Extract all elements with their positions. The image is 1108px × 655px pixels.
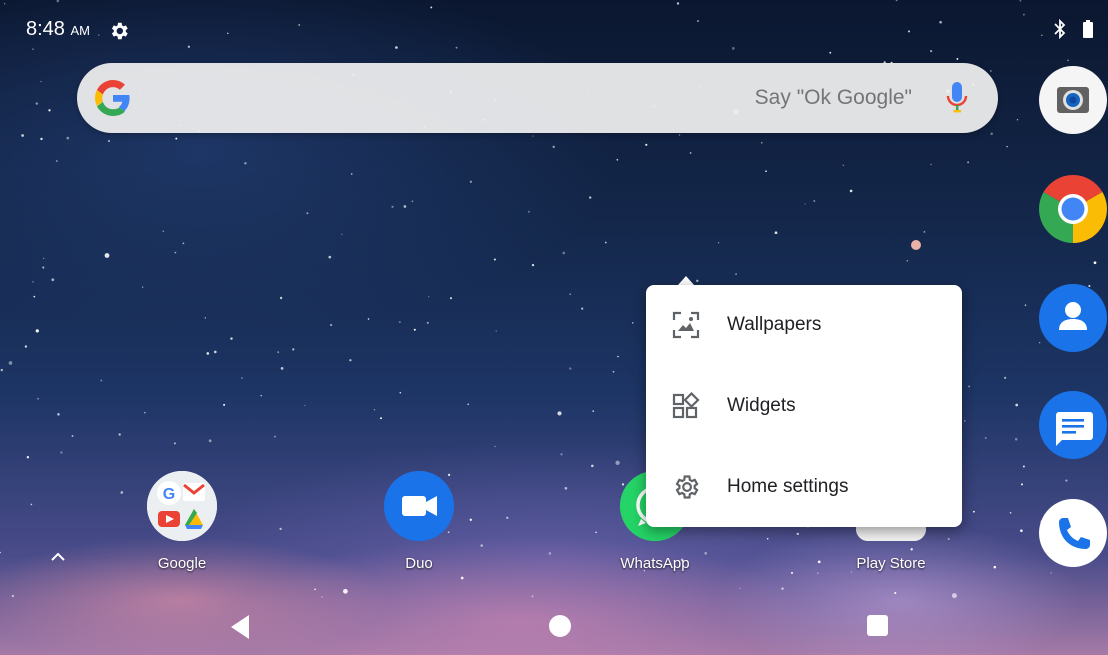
- menu-item-home-settings[interactable]: Home settings: [646, 447, 962, 527]
- contacts-icon: [1039, 284, 1107, 352]
- status-bar: 8:48 AM: [0, 0, 1108, 40]
- battery-icon: [1083, 20, 1093, 38]
- bluetooth-icon: [1054, 19, 1066, 39]
- status-clock: 8:48 AM: [26, 18, 90, 41]
- camera-icon: [1039, 66, 1107, 134]
- menu-item-label: Widgets: [727, 395, 796, 416]
- app-label: WhatsApp: [620, 555, 690, 572]
- app-label: Duo: [405, 555, 433, 572]
- menu-item-label: Home settings: [727, 476, 849, 497]
- status-ampm: AM: [70, 23, 91, 38]
- microphone-icon[interactable]: [946, 81, 968, 115]
- duo-icon: [384, 471, 454, 541]
- recents-icon[interactable]: [867, 615, 888, 636]
- camera-app-icon[interactable]: [1038, 65, 1108, 135]
- svg-text:G: G: [163, 486, 175, 503]
- popup-menu-arrow: [678, 276, 694, 285]
- menu-item-label: Wallpapers: [727, 314, 822, 335]
- back-icon[interactable]: [229, 614, 251, 640]
- app-label: Google: [157, 555, 207, 572]
- menu-item-wallpapers[interactable]: Wallpapers: [646, 285, 962, 365]
- menu-item-widgets[interactable]: Widgets: [646, 366, 962, 446]
- chrome-icon: [1039, 175, 1107, 243]
- settings-gear-icon: [111, 22, 128, 40]
- search-hint-text: Say "Ok Google": [754, 86, 912, 109]
- messages-icon: [1039, 391, 1107, 459]
- app-duo[interactable]: Duo: [364, 471, 474, 572]
- messages-app-icon[interactable]: [1038, 390, 1108, 460]
- home-screen: 8:48 AM Say "Ok Google" G Google Duo Wha…: [0, 0, 1108, 655]
- phone-app-icon[interactable]: [1038, 498, 1108, 568]
- google-g-icon: [95, 80, 130, 116]
- google-search-bar[interactable]: Say "Ok Google": [77, 63, 998, 133]
- app-label: Play Store: [856, 555, 926, 572]
- contacts-app-icon[interactable]: [1038, 283, 1108, 353]
- app-drawer-caret-icon[interactable]: [50, 552, 66, 562]
- phone-icon: [1039, 499, 1107, 567]
- widgets-icon: [672, 392, 700, 419]
- chrome-app-icon[interactable]: [1038, 174, 1108, 244]
- home-options-menu: Wallpapers Widgets Home settings: [646, 285, 962, 527]
- wallpaper-icon: [672, 311, 700, 339]
- home-icon[interactable]: [549, 615, 571, 637]
- app-google-folder[interactable]: G Google: [127, 471, 237, 572]
- status-time: 8:48: [26, 18, 65, 40]
- settings-gear-icon: [675, 475, 699, 499]
- google-folder-icon: G: [147, 471, 217, 541]
